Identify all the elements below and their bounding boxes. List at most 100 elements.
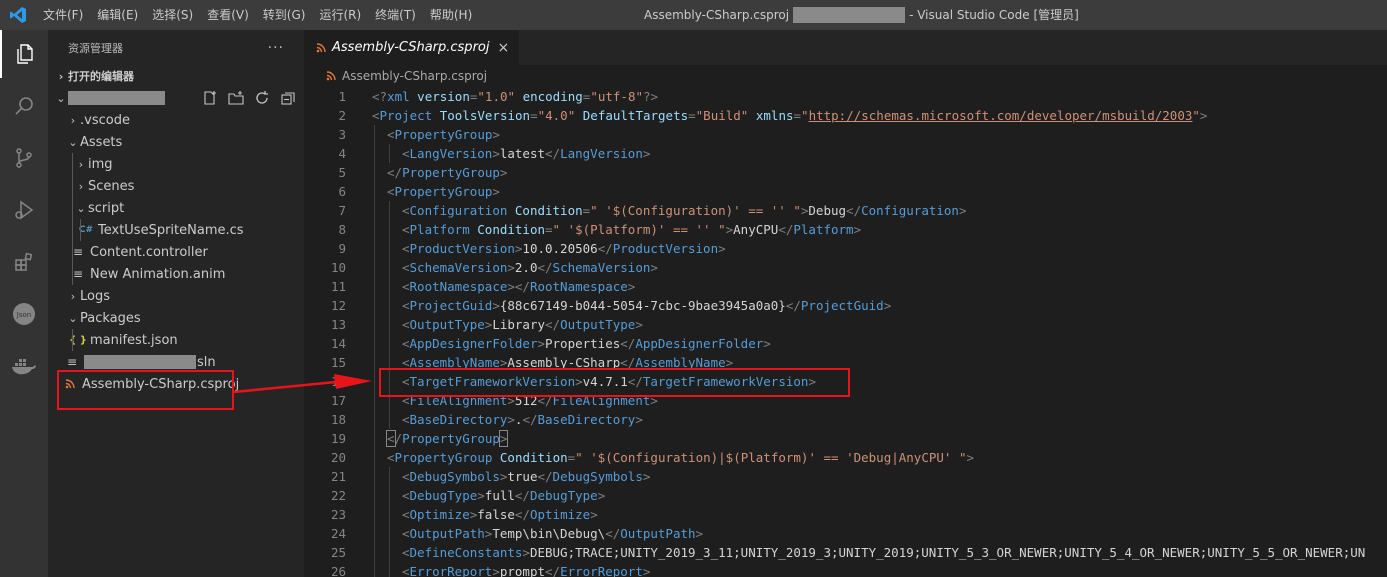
indent-guide <box>389 315 390 334</box>
new-file-icon[interactable] <box>202 90 218 110</box>
refresh-icon[interactable] <box>254 90 270 110</box>
code-text: <LangVersion>latest</LangVersion> <box>402 146 651 161</box>
tree-item-packages[interactable]: ⌄ Packages <box>48 307 304 329</box>
editor-tabs: Assembly-CSharp.csproj × <box>304 30 1387 65</box>
indent-guide <box>374 353 375 372</box>
tree-item-vscode[interactable]: › .vscode <box>48 109 304 131</box>
code-line[interactable]: 24 <OutputPath>Temp\bin\Debug\</OutputPat… <box>304 524 1387 543</box>
extensions-icon[interactable] <box>0 238 48 286</box>
explorer-header: 资源管理器 ··· <box>48 30 304 65</box>
code-text: <Platform Condition=" '$(Platform)' == '… <box>402 222 862 237</box>
code-text: <ProductVersion>10.0.20506</ProductVersi… <box>402 241 726 256</box>
code-line[interactable]: 4 <LangVersion>latest</LangVersion> <box>304 144 1387 163</box>
menu-terminal[interactable]: 终端(T) <box>368 0 423 30</box>
code-text: <ErrorReport>prompt</ErrorReport> <box>402 564 651 577</box>
code-line[interactable]: 22 <DebugType>full</DebugType> <box>304 486 1387 505</box>
code-line[interactable]: 18 <BaseDirectory>.</BaseDirectory> <box>304 410 1387 429</box>
project-root[interactable]: ⌄ <box>48 87 304 109</box>
indent-guide <box>374 410 375 429</box>
tree-item-new-animation[interactable]: ≡ New Animation.anim <box>48 263 304 285</box>
code-line[interactable]: 14 <AppDesignerFolder>Properties</AppDesi… <box>304 334 1387 353</box>
chevron-down-icon: ⌄ <box>68 135 78 149</box>
indent-guide <box>374 391 375 410</box>
code-text: <Configuration Condition=" '$(Configurat… <box>402 203 967 218</box>
explorer-icon[interactable] <box>0 30 48 78</box>
code-line[interactable]: 1 <?xml version="1.0" encoding="utf-8"?> <box>304 87 1387 106</box>
line-number: 13 <box>330 317 346 332</box>
indent-guide <box>72 175 73 197</box>
indent-guide <box>374 182 375 201</box>
tree-item-label: Packages <box>80 310 141 326</box>
tree-item-textusespritename[interactable]: C# TextUseSpriteName.cs <box>48 219 304 241</box>
indent-guide <box>374 372 375 391</box>
tree-item-logs[interactable]: › Logs <box>48 285 304 307</box>
menu-run[interactable]: 运行(R) <box>312 0 368 30</box>
run-debug-icon[interactable] <box>0 186 48 234</box>
menu-help[interactable]: 帮助(H) <box>423 0 479 30</box>
explorer-title: 资源管理器 <box>68 41 123 55</box>
tree-item-script[interactable]: ⌄ script <box>48 197 304 219</box>
redacted-block <box>793 7 906 23</box>
indent-guide <box>374 125 375 144</box>
collapse-all-icon[interactable] <box>280 90 296 110</box>
tree-item-label: .vscode <box>80 112 130 128</box>
tree-item-label: New Animation.anim <box>90 266 226 282</box>
search-icon[interactable] <box>0 82 48 130</box>
close-icon[interactable]: × <box>497 40 509 56</box>
indent-guide <box>374 505 375 524</box>
chevron-down-icon: ⌄ <box>76 201 86 215</box>
code-line[interactable]: 23 <Optimize>false</Optimize> <box>304 505 1387 524</box>
redacted-block <box>84 355 196 369</box>
tree-item-assets[interactable]: ⌄ Assets <box>48 131 304 153</box>
rss-file-icon <box>326 71 336 81</box>
code-text: <OutputType>Library</OutputType> <box>402 317 643 332</box>
code-text: <?xml version="1.0" encoding="utf-8"?> <box>372 89 659 104</box>
code-line[interactable]: 7 <Configuration Condition=" '$(Configura… <box>304 201 1387 220</box>
tree-item-label: TextUseSpriteName.cs <box>98 222 244 238</box>
tree-item-label: Scenes <box>88 178 135 194</box>
code-line[interactable]: 11 <RootNamespace></RootNamespace> <box>304 277 1387 296</box>
window-title-app: - Visual Studio Code [管理员] <box>909 8 1079 22</box>
code-line[interactable]: 19 </PropertyGroup> <box>304 429 1387 448</box>
code-line[interactable]: 20 <PropertyGroup Condition=" '$(Configur… <box>304 448 1387 467</box>
line-number: 7 <box>338 203 346 218</box>
indent-guide <box>374 562 375 577</box>
tree-item-label: script <box>88 200 125 216</box>
code-text: <RootNamespace></RootNamespace> <box>402 279 636 294</box>
json-icon[interactable]: Json <box>0 290 48 338</box>
code-line[interactable]: 26 <ErrorReport>prompt</ErrorReport> <box>304 562 1387 577</box>
code-line[interactable]: 13 <OutputType>Library</OutputType> <box>304 315 1387 334</box>
code-line[interactable]: 25 <DefineConstants>DEBUG;TRACE;UNITY_201… <box>304 543 1387 562</box>
source-control-icon[interactable] <box>0 134 48 182</box>
line-number: 11 <box>330 279 346 294</box>
code-line[interactable]: 12 <ProjectGuid>{88c67149-b044-5054-7cbc-… <box>304 296 1387 315</box>
line-number: 5 <box>338 165 346 180</box>
code-line[interactable]: 10 <SchemaVersion>2.0</SchemaVersion> <box>304 258 1387 277</box>
code-line[interactable]: 9 <ProductVersion>10.0.20506</ProductVers… <box>304 239 1387 258</box>
breadcrumb-file[interactable]: Assembly-CSharp.csproj <box>342 69 487 83</box>
more-actions-icon[interactable]: ··· <box>268 40 284 56</box>
tree-item-scenes[interactable]: › Scenes <box>48 175 304 197</box>
code-line[interactable]: 2 <Project ToolsVersion="4.0" DefaultTarg… <box>304 106 1387 125</box>
indent-guide <box>374 429 375 448</box>
tree-item-content-controller[interactable]: ≡ Content.controller <box>48 241 304 263</box>
tree-item-img[interactable]: › img <box>48 153 304 175</box>
menu-edit[interactable]: 编辑(E) <box>90 0 145 30</box>
tab-assembly-csproj[interactable]: Assembly-CSharp.csproj × <box>304 30 520 65</box>
indent-guide <box>374 258 375 277</box>
code-line[interactable]: 6 <PropertyGroup> <box>304 182 1387 201</box>
menu-selection[interactable]: 选择(S) <box>145 0 200 30</box>
code-line[interactable]: 5 </PropertyGroup> <box>304 163 1387 182</box>
code-line[interactable]: 8 <Platform Condition=" '$(Platform)' == … <box>304 220 1387 239</box>
open-editors-section[interactable]: › 打开的编辑器 <box>48 65 304 87</box>
code-editor[interactable]: 1 <?xml version="1.0" encoding="utf-8"?> 2… <box>304 87 1387 577</box>
code-line[interactable]: 3 <PropertyGroup> <box>304 125 1387 144</box>
docker-icon[interactable] <box>0 342 48 390</box>
line-number: 19 <box>330 431 346 446</box>
new-folder-icon[interactable] <box>228 90 244 110</box>
menu-file[interactable]: 文件(F) <box>36 0 90 30</box>
code-line[interactable]: 21 <DebugSymbols>true</DebugSymbols> <box>304 467 1387 486</box>
tree-item-manifest[interactable]: { } manifest.json <box>48 329 304 351</box>
menu-go[interactable]: 转到(G) <box>256 0 313 30</box>
menu-view[interactable]: 查看(V) <box>200 0 256 30</box>
